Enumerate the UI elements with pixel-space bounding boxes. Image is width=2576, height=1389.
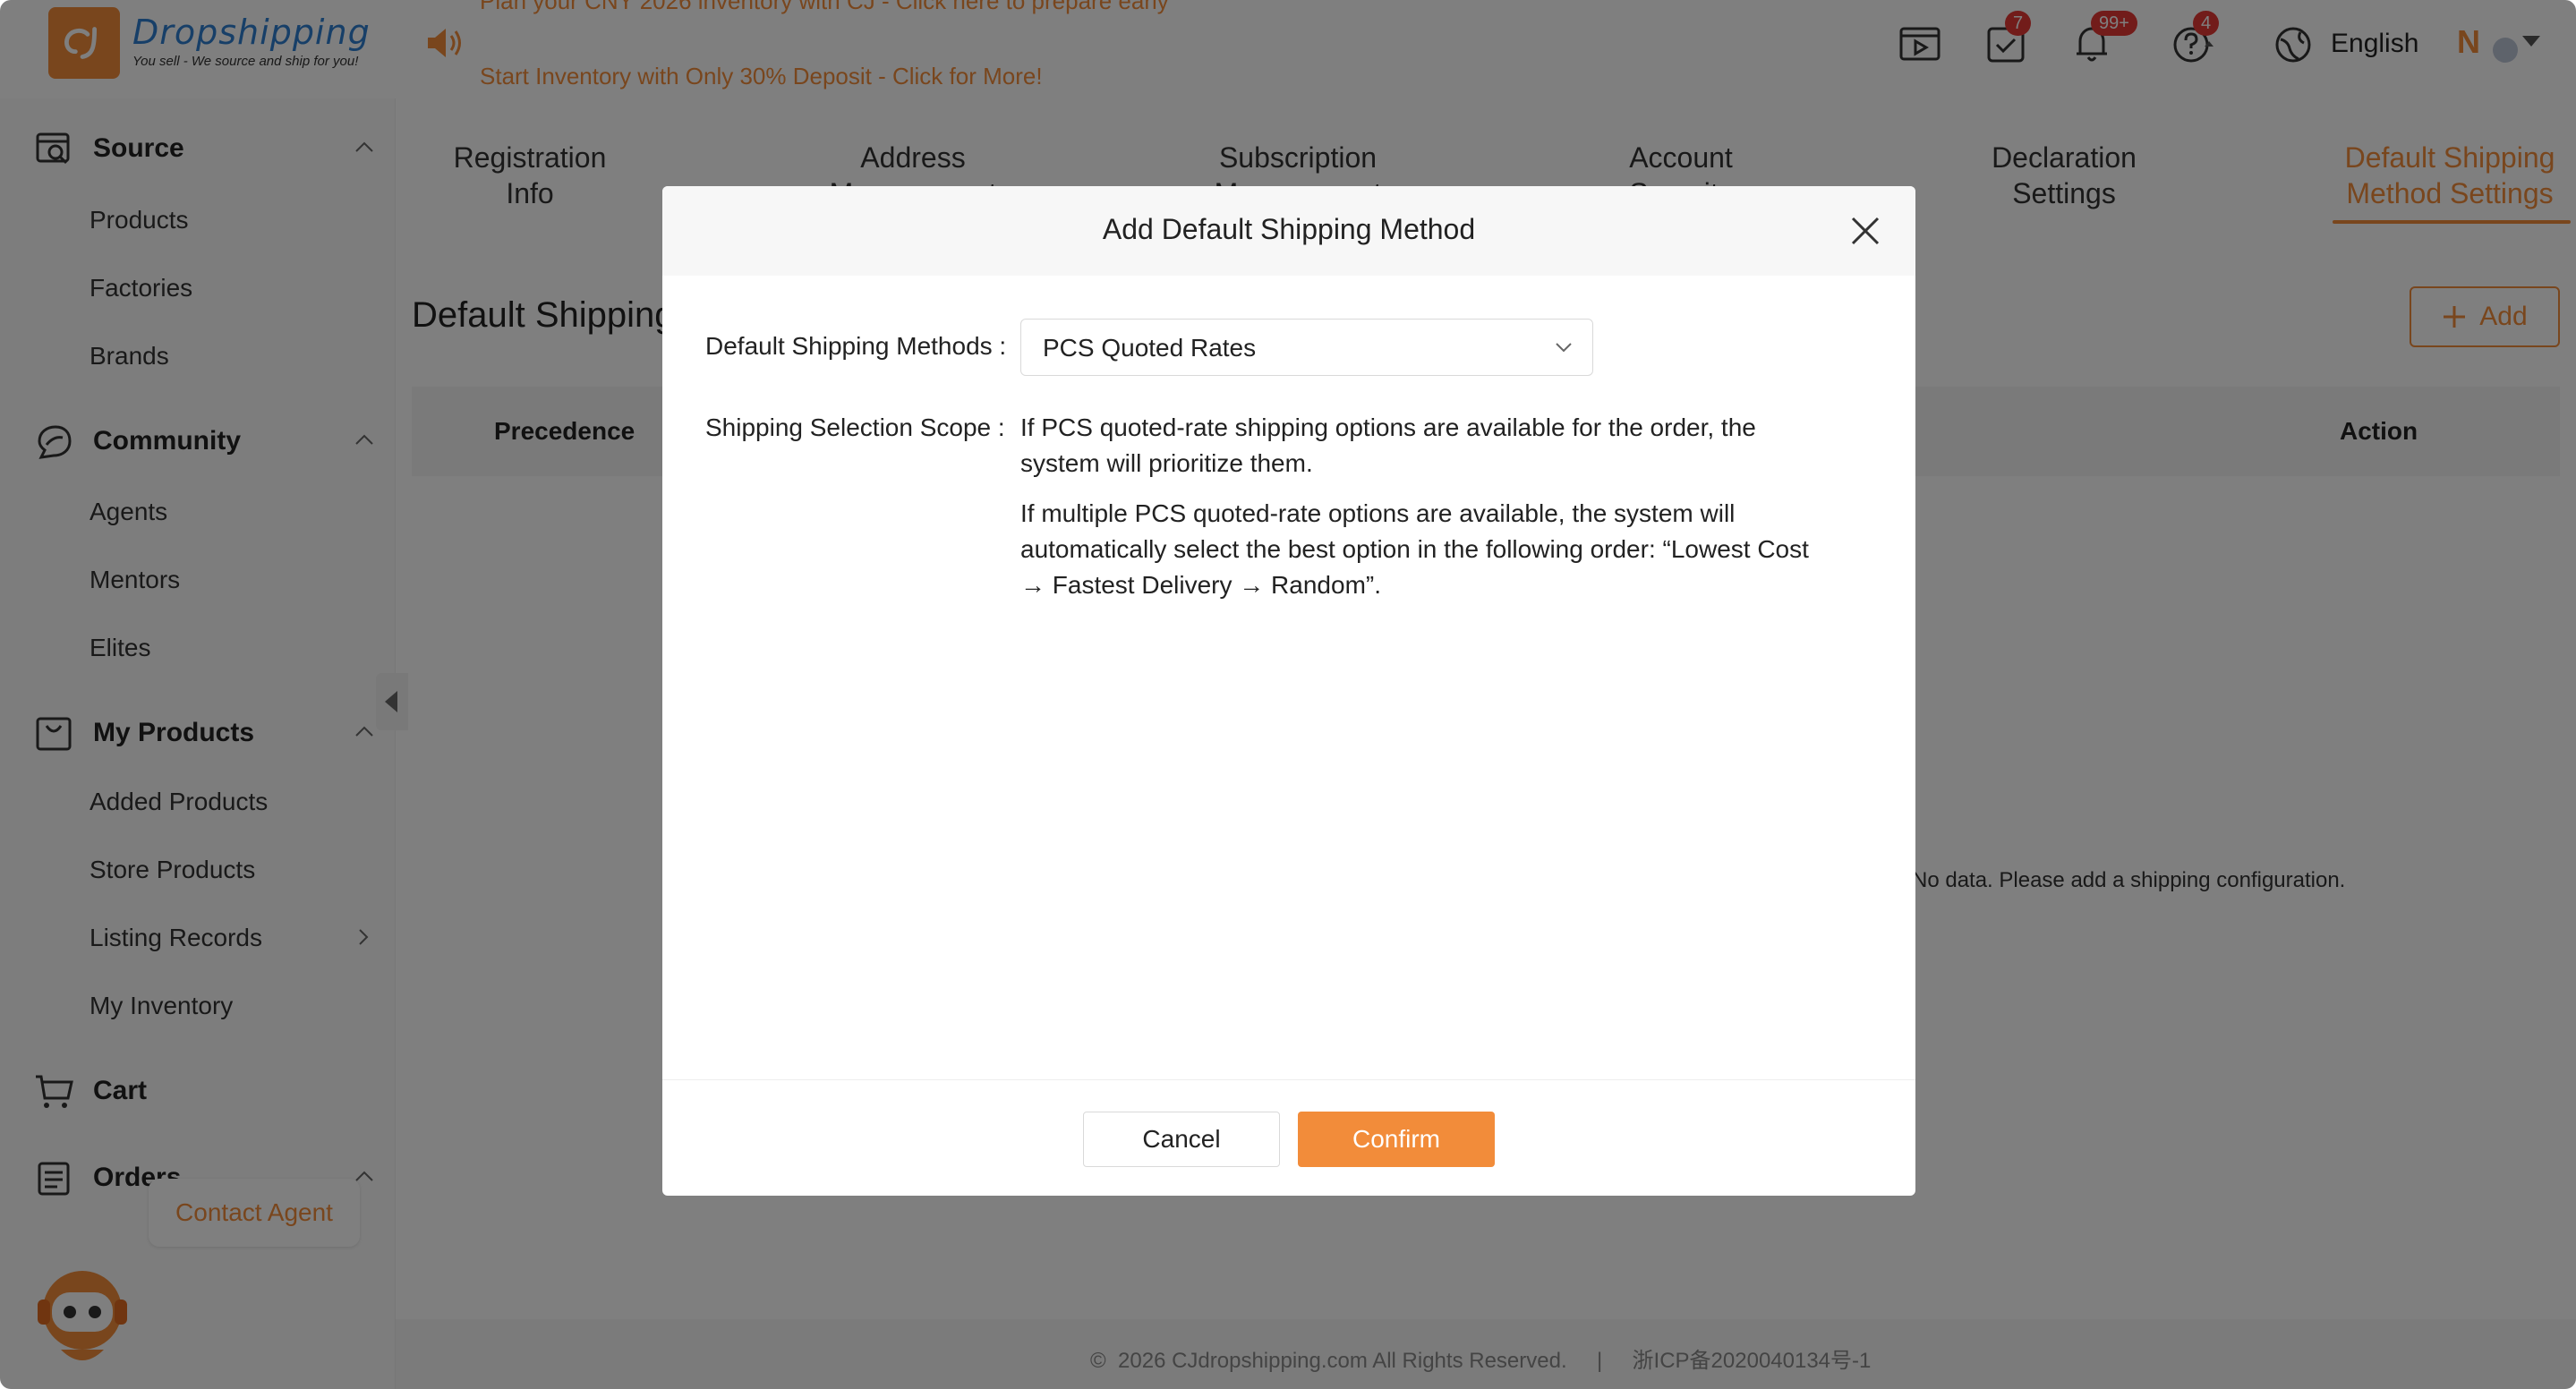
- shipping-method-select[interactable]: PCS Quoted Rates: [1020, 319, 1593, 376]
- app-window: Dropshipping You sell - We source and sh…: [0, 0, 2576, 1389]
- shipping-methods-label: Default Shipping Methods :: [705, 332, 1007, 360]
- cancel-button[interactable]: Cancel: [1083, 1112, 1280, 1167]
- chevron-down-icon: [1556, 343, 1572, 353]
- confirm-button[interactable]: Confirm: [1298, 1112, 1495, 1167]
- scope-description: If multiple PCS quoted-rate options are …: [1020, 499, 1809, 599]
- selection-scope-label: Shipping Selection Scope :: [705, 413, 1005, 441]
- dialog-title: Add Default Shipping Method: [1102, 213, 1476, 245]
- close-icon[interactable]: [1849, 215, 1881, 247]
- dialog-header: Add Default Shipping Method: [662, 186, 1915, 276]
- dialog-footer-divider: [662, 1079, 1915, 1080]
- add-shipping-method-dialog: Add Default Shipping Method Default Ship…: [662, 186, 1915, 1196]
- scope-description: If PCS quoted-rate shipping options are …: [1020, 413, 1756, 477]
- shipping-method-value: PCS Quoted Rates: [1043, 334, 1257, 362]
